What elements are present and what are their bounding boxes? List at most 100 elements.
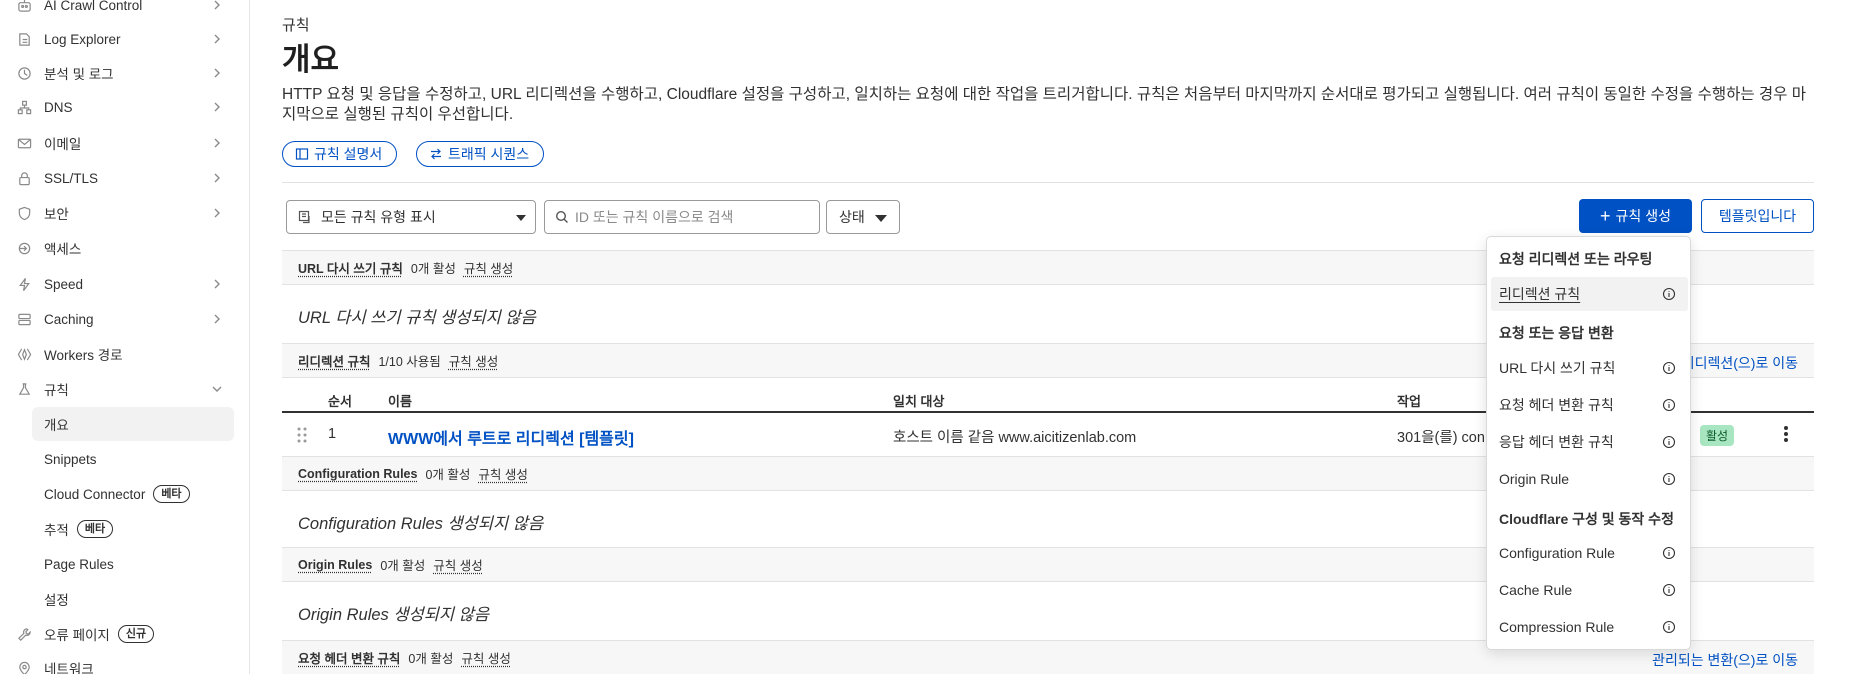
chevron-right-icon (210, 0, 224, 12)
sidebar-item-rules[interactable]: 규칙 (0, 372, 249, 406)
section-count: 0개 활성 (410, 262, 456, 276)
menu-item-label: 리디렉션 규칙 (1499, 286, 1581, 302)
sidebar-sub-settings[interactable]: 설정 (32, 582, 234, 616)
chevron-right-icon (210, 32, 224, 46)
info-icon[interactable] (1662, 472, 1676, 486)
sidebar-item-label: Cloud Connector (44, 486, 146, 502)
menu-item-label: 요청 헤더 변환 규칙 (1499, 397, 1614, 413)
section-create-link[interactable]: 규칙 생성 (461, 648, 510, 667)
more-options-icon[interactable] (1776, 424, 1796, 444)
lock-icon (16, 170, 32, 186)
drag-handle-icon[interactable] (296, 425, 308, 445)
menu-item-configuration-rule[interactable]: Configuration Rule (1491, 536, 1688, 570)
breadcrumb: 규칙 (282, 17, 310, 34)
section-name[interactable]: Configuration Rules (298, 467, 417, 481)
caret-down-icon (516, 215, 526, 221)
sidebar-item-ssl-tls[interactable]: SSL/TLS (0, 161, 249, 195)
info-icon[interactable] (1662, 287, 1676, 301)
sidebar-item-access[interactable]: 액세스 (0, 231, 249, 265)
sidebar-item-dns[interactable]: DNS (0, 90, 249, 124)
menu-item-origin-rule[interactable]: Origin Rule (1491, 462, 1688, 496)
go-to-redirects-link[interactable]: 리디렉션(으)로 이동 (1682, 353, 1798, 373)
robot-icon (16, 0, 32, 13)
sidebar-item-network[interactable]: 네트워크 (0, 651, 249, 674)
column-name: 이름 (388, 394, 412, 409)
menu-item-compression-rule[interactable]: Compression Rule (1491, 610, 1688, 644)
menu-item-request-header[interactable]: 요청 헤더 변환 규칙 (1491, 388, 1688, 422)
templates-button[interactable]: 템플릿입니다 (1701, 199, 1814, 233)
divider (282, 182, 1814, 183)
go-to-managed-transforms-link[interactable]: 관리되는 변환(으)로 이동 (1652, 650, 1798, 670)
section-empty-text: Configuration Rules 생성되지 않음 (298, 515, 544, 533)
section-create-link[interactable]: 규칙 생성 (478, 464, 527, 483)
chevron-right-icon (210, 136, 224, 150)
page-description: HTTP 요청 및 응답을 수정하고, URL 리디렉션을 수행하고, Clou… (282, 86, 1807, 123)
select-value: 모든 규칙 유형 표시 (321, 209, 436, 225)
log-icon (16, 31, 32, 47)
section-create-link[interactable]: 규칙 생성 (464, 258, 513, 277)
sidebar-item-security[interactable]: 보안 (0, 196, 249, 230)
menu-group-heading: Cloudflare 구성 및 동작 수정 (1499, 511, 1674, 527)
plus-icon: + (1600, 206, 1611, 226)
rule-action: 301을(를) con (1397, 430, 1485, 446)
info-icon[interactable] (1662, 361, 1676, 375)
section-name[interactable]: Origin Rules (298, 558, 372, 572)
info-icon[interactable] (1662, 435, 1676, 449)
database-icon (16, 311, 32, 327)
mail-icon (16, 135, 32, 151)
book-icon (295, 148, 309, 160)
beta-badge: 베타 (153, 485, 190, 503)
section-name[interactable]: 리디렉션 규칙 (298, 351, 370, 370)
sidebar-sub-page-rules[interactable]: Page Rules (32, 547, 234, 581)
sidebar-sub-cloud-connector[interactable]: Cloud Connector 베타 (32, 477, 234, 511)
menu-item-label: Configuration Rule (1499, 545, 1615, 561)
menu-item-redirect-rule[interactable]: 리디렉션 규칙 (1491, 277, 1688, 311)
sidebar-sub-trace[interactable]: 추적 베타 (32, 512, 234, 546)
sidebar-sub-overview[interactable]: 개요 (32, 407, 234, 441)
traffic-sequence-button[interactable]: 트래픽 시퀀스 (416, 141, 545, 167)
column-match: 일치 대상 (893, 394, 945, 409)
section-name[interactable]: URL 다시 쓰기 규칙 (298, 258, 403, 277)
chevron-down-icon (210, 382, 224, 396)
section-name[interactable]: 요청 헤더 변환 규칙 (298, 648, 400, 667)
sidebar-item-caching[interactable]: Caching (0, 302, 249, 336)
search-input[interactable] (575, 209, 805, 225)
info-icon[interactable] (1662, 583, 1676, 597)
menu-item-url-rewrite[interactable]: URL 다시 쓰기 규칙 (1491, 351, 1688, 385)
create-rule-button[interactable]: + 규칙 생성 (1579, 199, 1692, 233)
location-icon (16, 660, 32, 674)
info-icon[interactable] (1662, 398, 1676, 412)
info-icon[interactable] (1662, 546, 1676, 560)
sidebar-item-analytics-logs[interactable]: 분석 및 로그 (0, 56, 249, 90)
sidebar-item-label: Speed (44, 276, 84, 292)
column-order: 순서 (328, 394, 352, 409)
sidebar-item-workers-routes[interactable]: Workers 경로 (0, 337, 249, 371)
rule-match: 호스트 이름 같음 www.aicitizenlab.com (893, 430, 1137, 446)
menu-item-cache-rule[interactable]: Cache Rule (1491, 573, 1688, 607)
section-count: 0개 활성 (425, 468, 471, 482)
status-select[interactable]: 상태 (826, 200, 900, 234)
rule-name-link[interactable]: WWW에서 루트로 리디렉션 [템플릿] (388, 425, 634, 449)
menu-item-label: Cache Rule (1499, 582, 1573, 598)
section-count: 0개 활성 (408, 652, 454, 666)
sidebar-item-log-explorer[interactable]: Log Explorer (0, 22, 249, 56)
chevron-right-icon (210, 171, 224, 185)
section-create-link[interactable]: 규칙 생성 (433, 555, 482, 574)
rules-docs-button[interactable]: 규칙 설명서 (282, 141, 398, 167)
select-value: 상태 (839, 209, 865, 225)
sidebar-sub-snippets[interactable]: Snippets (32, 442, 234, 476)
clock-icon (16, 65, 32, 81)
info-icon[interactable] (1662, 620, 1676, 634)
caret-down-icon (875, 215, 887, 222)
sidebar-item-error-pages[interactable]: 오류 페이지 신규 (0, 617, 249, 651)
rule-type-select[interactable]: 모든 규칙 유형 표시 (286, 200, 536, 234)
menu-item-label: 응답 헤더 변환 규칙 (1499, 434, 1614, 450)
menu-item-label: URL 다시 쓰기 규칙 (1499, 360, 1616, 376)
sidebar-item-email[interactable]: 이메일 (0, 126, 249, 160)
sidebar-item-ai-crawl-control[interactable]: AI Crawl Control (0, 0, 249, 22)
menu-item-response-header[interactable]: 응답 헤더 변환 규칙 (1491, 425, 1688, 459)
sidebar-item-label: 이메일 (44, 137, 82, 152)
section-create-link[interactable]: 규칙 생성 (449, 351, 498, 370)
new-badge: 신규 (117, 625, 155, 643)
sidebar-item-speed[interactable]: Speed (0, 267, 249, 301)
